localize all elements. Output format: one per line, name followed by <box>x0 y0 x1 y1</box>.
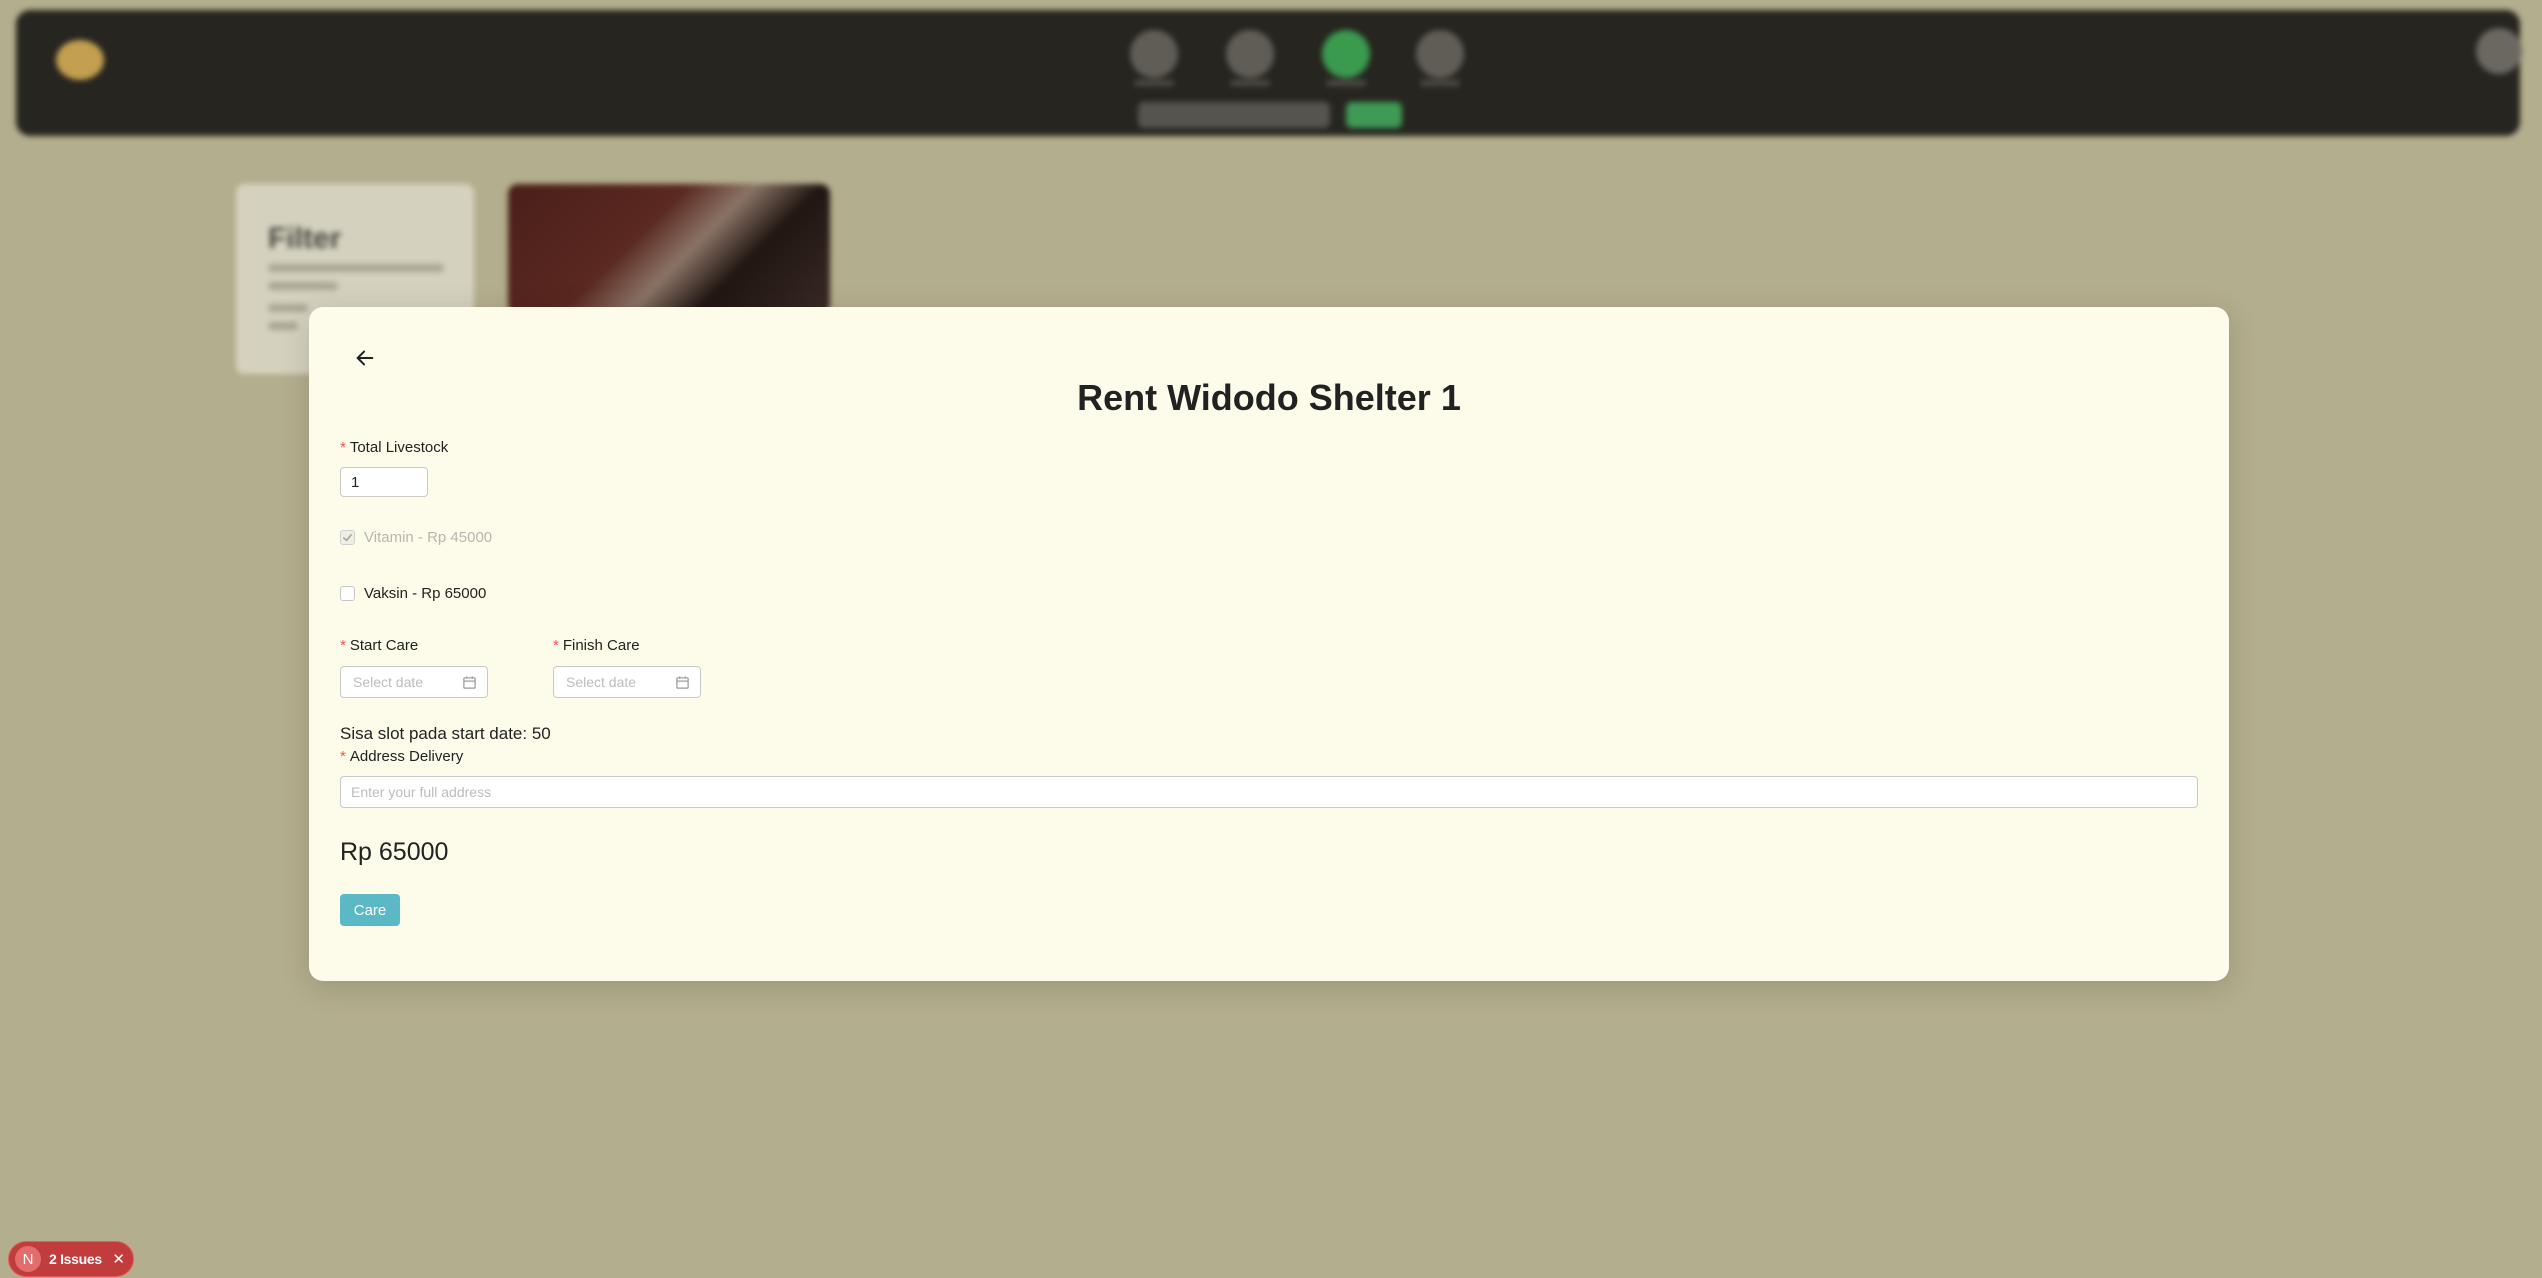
nav-cart-icon <box>1416 30 1464 78</box>
avatar <box>2476 28 2522 74</box>
addon-vaksin[interactable]: Vaksin - Rp 65000 <box>340 585 486 602</box>
calendar-icon <box>463 675 476 689</box>
total-price: Rp 65000 <box>340 838 449 866</box>
framework-logo-icon: N <box>15 1246 41 1272</box>
nav-active-icon <box>1322 30 1370 78</box>
address-input[interactable] <box>340 776 2198 808</box>
issues-count[interactable]: 2 Issues <box>49 1251 102 1267</box>
start-care-datepicker[interactable] <box>340 666 488 698</box>
shelter-listing-image <box>508 184 830 314</box>
vaksin-label[interactable]: Vaksin - Rp 65000 <box>364 585 486 602</box>
arrow-left-icon <box>356 350 374 365</box>
finish-care-input[interactable] <box>564 673 668 691</box>
finish-care-label: * Finish Care <box>553 637 640 654</box>
required-marker: * <box>340 637 346 654</box>
addon-vitamin: Vitamin - Rp 45000 <box>340 529 492 546</box>
logo <box>56 40 104 80</box>
nav-home-label <box>1134 80 1174 86</box>
filter-option <box>268 282 338 290</box>
filter-option <box>268 304 308 312</box>
nav-active-label <box>1326 80 1366 86</box>
filter-divider <box>268 264 444 272</box>
nav-home-icon <box>1130 30 1178 78</box>
nav-search-button <box>1346 102 1402 128</box>
finish-care-datepicker[interactable] <box>553 666 701 698</box>
filter-card-title: Filter <box>268 222 342 255</box>
page-title: Rent Widodo Shelter 1 <box>1077 377 1461 418</box>
required-marker: * <box>340 748 346 765</box>
vaksin-checkbox[interactable] <box>340 586 355 601</box>
total-livestock-label: * Total Livestock <box>340 439 449 456</box>
close-icon[interactable]: ✕ <box>112 1250 125 1268</box>
calendar-icon <box>676 675 689 689</box>
filter-option <box>268 322 298 330</box>
start-care-label: * Start Care <box>340 637 419 654</box>
vitamin-checkbox <box>340 530 355 545</box>
nav-search-input <box>1138 102 1330 128</box>
slot-info: Sisa slot pada start date: 50 <box>340 724 551 743</box>
issues-badge[interactable]: N 2 Issues ✕ <box>8 1241 134 1277</box>
back-button[interactable] <box>339 339 391 379</box>
total-livestock-input[interactable] <box>340 467 428 497</box>
vitamin-label: Vitamin - Rp 45000 <box>364 529 493 546</box>
required-marker: * <box>553 637 559 654</box>
check-icon <box>343 533 352 542</box>
start-care-input[interactable] <box>351 673 455 691</box>
address-label: * Address Delivery <box>340 748 464 765</box>
nav-shelter-icon <box>1226 30 1274 78</box>
nav-shelter-label <box>1230 80 1270 86</box>
required-marker: * <box>340 439 346 456</box>
nav-cart-label <box>1420 80 1460 86</box>
care-button[interactable]: Care <box>340 894 400 926</box>
rent-modal: Rent Widodo Shelter 1 *Total Livestock V… <box>309 307 2229 981</box>
